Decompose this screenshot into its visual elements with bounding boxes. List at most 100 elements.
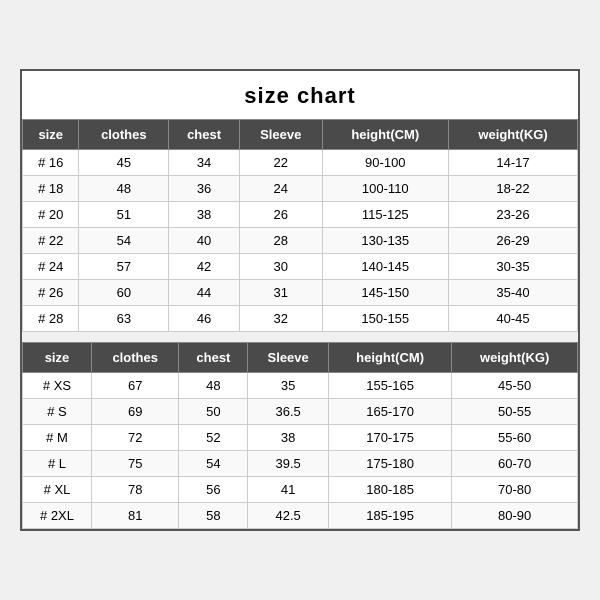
table-cell: 18-22 bbox=[449, 176, 578, 202]
table-cell: 45-50 bbox=[452, 373, 578, 399]
table-cell: 140-145 bbox=[322, 254, 449, 280]
table-cell: # 24 bbox=[23, 254, 79, 280]
table-row: # 22544028130-13526-29 bbox=[23, 228, 578, 254]
table-cell: 41 bbox=[248, 477, 329, 503]
table-cell: 180-185 bbox=[328, 477, 451, 503]
column-header: Sleeve bbox=[248, 343, 329, 373]
table-cell: 63 bbox=[79, 306, 169, 332]
table-cell: 145-150 bbox=[322, 280, 449, 306]
table-row: # 1645342290-10014-17 bbox=[23, 150, 578, 176]
table-cell: 42 bbox=[169, 254, 240, 280]
table-cell: 23-26 bbox=[449, 202, 578, 228]
table-cell: 60-70 bbox=[452, 451, 578, 477]
table-cell: 54 bbox=[179, 451, 248, 477]
table-cell: 90-100 bbox=[322, 150, 449, 176]
column-header: height(CM) bbox=[328, 343, 451, 373]
table-cell: 80-90 bbox=[452, 503, 578, 529]
column-header: chest bbox=[169, 120, 240, 150]
table-cell: # 16 bbox=[23, 150, 79, 176]
table-cell: 55-60 bbox=[452, 425, 578, 451]
table-cell: # S bbox=[23, 399, 92, 425]
table-row: # 26604431145-15035-40 bbox=[23, 280, 578, 306]
table1-header-row: sizeclotheschestSleeveheight(CM)weight(K… bbox=[23, 120, 578, 150]
table-cell: 31 bbox=[239, 280, 322, 306]
table-cell: 52 bbox=[179, 425, 248, 451]
table-cell: # 28 bbox=[23, 306, 79, 332]
table-cell: # M bbox=[23, 425, 92, 451]
table-cell: 32 bbox=[239, 306, 322, 332]
table-cell: 22 bbox=[239, 150, 322, 176]
table-cell: 45 bbox=[79, 150, 169, 176]
table-cell: # 2XL bbox=[23, 503, 92, 529]
table-cell: 30-35 bbox=[449, 254, 578, 280]
table-cell: 67 bbox=[91, 373, 178, 399]
table-cell: # 22 bbox=[23, 228, 79, 254]
table-cell: 81 bbox=[91, 503, 178, 529]
table-cell: 78 bbox=[91, 477, 178, 503]
table-cell: 115-125 bbox=[322, 202, 449, 228]
table-cell: 40 bbox=[169, 228, 240, 254]
size-table-2: sizeclotheschestSleeveheight(CM)weight(K… bbox=[22, 342, 578, 529]
table-cell: 51 bbox=[79, 202, 169, 228]
table-cell: 35 bbox=[248, 373, 329, 399]
table-cell: 56 bbox=[179, 477, 248, 503]
size-chart-container: size chart sizeclotheschestSleeveheight(… bbox=[20, 69, 580, 531]
column-header: size bbox=[23, 120, 79, 150]
table-cell: 57 bbox=[79, 254, 169, 280]
table-cell: 48 bbox=[179, 373, 248, 399]
table-cell: # XS bbox=[23, 373, 92, 399]
table-cell: 60 bbox=[79, 280, 169, 306]
table-cell: 70-80 bbox=[452, 477, 578, 503]
table-cell: 39.5 bbox=[248, 451, 329, 477]
table-cell: 58 bbox=[179, 503, 248, 529]
table-cell: 36 bbox=[169, 176, 240, 202]
table-cell: # L bbox=[23, 451, 92, 477]
column-header: height(CM) bbox=[322, 120, 449, 150]
table-row: # 28634632150-15540-45 bbox=[23, 306, 578, 332]
column-header: size bbox=[23, 343, 92, 373]
table-cell: 72 bbox=[91, 425, 178, 451]
table-row: # 24574230140-14530-35 bbox=[23, 254, 578, 280]
table-row: # XL785641180-18570-80 bbox=[23, 477, 578, 503]
table-cell: 38 bbox=[169, 202, 240, 228]
table-cell: 100-110 bbox=[322, 176, 449, 202]
table-row: # 20513826115-12523-26 bbox=[23, 202, 578, 228]
table-row: # 2XL815842.5185-19580-90 bbox=[23, 503, 578, 529]
table-cell: 54 bbox=[79, 228, 169, 254]
table-cell: 40-45 bbox=[449, 306, 578, 332]
table-cell: 170-175 bbox=[328, 425, 451, 451]
table-cell: 46 bbox=[169, 306, 240, 332]
table-cell: 50 bbox=[179, 399, 248, 425]
table-cell: 28 bbox=[239, 228, 322, 254]
table-cell: # 18 bbox=[23, 176, 79, 202]
table-row: # 18483624100-11018-22 bbox=[23, 176, 578, 202]
table-cell: # 26 bbox=[23, 280, 79, 306]
table-cell: 38 bbox=[248, 425, 329, 451]
column-header: clothes bbox=[79, 120, 169, 150]
table-cell: 155-165 bbox=[328, 373, 451, 399]
column-header: weight(KG) bbox=[449, 120, 578, 150]
table-cell: 26-29 bbox=[449, 228, 578, 254]
table-cell: 185-195 bbox=[328, 503, 451, 529]
table2-header-row: sizeclotheschestSleeveheight(CM)weight(K… bbox=[23, 343, 578, 373]
chart-title: size chart bbox=[22, 71, 578, 119]
table-cell: 69 bbox=[91, 399, 178, 425]
column-header: weight(KG) bbox=[452, 343, 578, 373]
table-cell: 50-55 bbox=[452, 399, 578, 425]
table-cell: 14-17 bbox=[449, 150, 578, 176]
table-row: # S695036.5165-17050-55 bbox=[23, 399, 578, 425]
size-table-1: sizeclotheschestSleeveheight(CM)weight(K… bbox=[22, 119, 578, 332]
table-row: # L755439.5175-18060-70 bbox=[23, 451, 578, 477]
table-cell: 150-155 bbox=[322, 306, 449, 332]
column-header: clothes bbox=[91, 343, 178, 373]
table-cell: 44 bbox=[169, 280, 240, 306]
table-cell: 175-180 bbox=[328, 451, 451, 477]
table-row: # XS674835155-16545-50 bbox=[23, 373, 578, 399]
table-row: # M725238170-17555-60 bbox=[23, 425, 578, 451]
table-cell: 36.5 bbox=[248, 399, 329, 425]
table-cell: 35-40 bbox=[449, 280, 578, 306]
table-cell: 48 bbox=[79, 176, 169, 202]
table-cell: 165-170 bbox=[328, 399, 451, 425]
table-cell: 130-135 bbox=[322, 228, 449, 254]
table-cell: # 20 bbox=[23, 202, 79, 228]
